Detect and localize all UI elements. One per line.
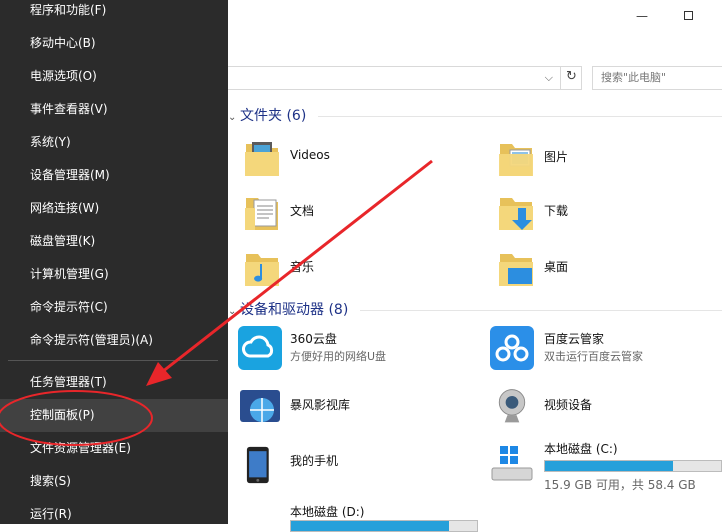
device-name: 百度云管家 (544, 332, 605, 346)
device-baofeng-library[interactable]: 暴风影视库 (228, 384, 478, 432)
documents-folder-icon (245, 198, 278, 230)
section-devices-drives[interactable]: ⌄ 设备和驱动器 (8) (228, 300, 348, 320)
drive-d-usage-fill (291, 521, 450, 531)
chevron-down-icon: ⌄ (228, 306, 237, 317)
phone-icon (246, 446, 269, 484)
menu-separator (8, 360, 218, 361)
folder-name: 文档 (290, 204, 315, 218)
drive-d-name[interactable]: 本地磁盘 (D:) (290, 503, 364, 520)
menu-item-system[interactable]: 系统(Y) (0, 126, 228, 159)
menu-item-computer-management[interactable]: 计算机管理(G) (0, 258, 228, 291)
menu-item-task-manager[interactable]: 任务管理器(T) (0, 366, 228, 399)
baidu-cloud-icon (490, 326, 534, 370)
menu-item-disk-management[interactable]: 磁盘管理(K) (0, 225, 228, 258)
device-name: 暴风影视库 (290, 398, 351, 412)
drive-d-usage-bar (290, 520, 478, 532)
device-description: 方便好用的网络U盘 (290, 350, 387, 363)
address-bar[interactable]: ⌵ (228, 66, 582, 90)
drive-name: 本地磁盘 (C:) (544, 442, 618, 456)
menu-item-device-manager[interactable]: 设备管理器(M) (0, 159, 228, 192)
menu-item-network-connections[interactable]: 网络连接(W) (0, 192, 228, 225)
webcam-icon (498, 389, 526, 423)
menu-item-command-prompt-admin[interactable]: 命令提示符(管理员)(A) (0, 324, 228, 357)
drive-c-usage-fill (545, 461, 674, 471)
title-bar: — (228, 0, 722, 34)
folder-desktop[interactable]: 桌面 (482, 246, 722, 294)
folder-name: 图片 (544, 150, 569, 164)
refresh-icon: ↻ (566, 69, 577, 84)
drives-header-label: 设备和驱动器 (8) (240, 302, 349, 318)
device-name: 360云盘 (290, 332, 337, 346)
device-name: 我的手机 (290, 454, 339, 468)
folder-pictures[interactable]: 图片 (482, 136, 722, 184)
menu-item-programs-features[interactable]: 程序和功能(F) (0, 0, 228, 27)
folder-videos[interactable]: Videos (228, 136, 468, 184)
menu-item-event-viewer[interactable]: 事件查看器(V) (0, 93, 228, 126)
music-folder-icon (245, 254, 279, 286)
winx-context-menu: 程序和功能(F) 移动中心(B) 电源选项(O) 事件查看器(V) 系统(Y) … (0, 0, 228, 524)
folder-name: 音乐 (290, 260, 315, 274)
explorer-window: — ⌵ ↻ 搜索"此电脑" ⌄ 文件夹 (6) Videos 图片 文档 下载 … (228, 0, 722, 532)
minimize-button[interactable]: — (634, 8, 650, 24)
folder-downloads[interactable]: 下载 (482, 190, 722, 238)
folder-documents[interactable]: 文档 (228, 190, 468, 238)
section-folders[interactable]: ⌄ 文件夹 (6) (228, 106, 306, 126)
menu-item-control-panel[interactable]: 控制面板(P) (0, 399, 228, 432)
videos-folder-icon (245, 142, 279, 176)
cloud-icon (238, 326, 282, 370)
maximize-icon (683, 11, 693, 20)
menu-item-power-options[interactable]: 电源选项(O) (0, 60, 228, 93)
folder-name: Videos (290, 148, 330, 162)
drive-c-free-space: 15.9 GB 可用，共 58.4 GB (544, 478, 696, 492)
menu-item-run[interactable]: 运行(R) (0, 498, 228, 531)
menu-item-file-explorer[interactable]: 文件资源管理器(E) (0, 432, 228, 465)
refresh-button[interactable]: ↻ (560, 66, 582, 90)
device-my-phone[interactable]: 我的手机 (228, 440, 478, 488)
device-description: 双击运行百度云管家 (544, 350, 643, 363)
maximize-button[interactable] (680, 8, 696, 24)
folder-name: 下载 (544, 204, 569, 218)
downloads-folder-icon (499, 198, 533, 230)
search-input[interactable]: 搜索"此电脑" (592, 66, 722, 90)
globe-folder-icon (240, 390, 280, 422)
drive-c-usage-bar (544, 460, 722, 472)
folder-name: 桌面 (544, 260, 569, 274)
device-360-cloud[interactable]: 360云盘 方便好用的网络U盘 (228, 326, 478, 374)
chevron-down-icon[interactable]: ⌵ (545, 71, 553, 85)
menu-item-mobility-center[interactable]: 移动中心(B) (0, 27, 228, 60)
desktop-folder-icon (499, 254, 533, 286)
device-baidu-cloud[interactable]: 百度云管家 双击运行百度云管家 (482, 326, 722, 374)
pictures-folder-icon (499, 144, 533, 176)
device-name: 视频设备 (544, 398, 593, 412)
folder-music[interactable]: 音乐 (228, 246, 468, 294)
device-webcam[interactable]: 视频设备 (482, 384, 722, 432)
menu-item-command-prompt[interactable]: 命令提示符(C) (0, 291, 228, 324)
system-drive-icon (491, 446, 533, 481)
menu-item-search[interactable]: 搜索(S) (0, 465, 228, 498)
chevron-down-icon: ⌄ (228, 112, 237, 123)
folders-header-label: 文件夹 (6) (240, 108, 307, 124)
